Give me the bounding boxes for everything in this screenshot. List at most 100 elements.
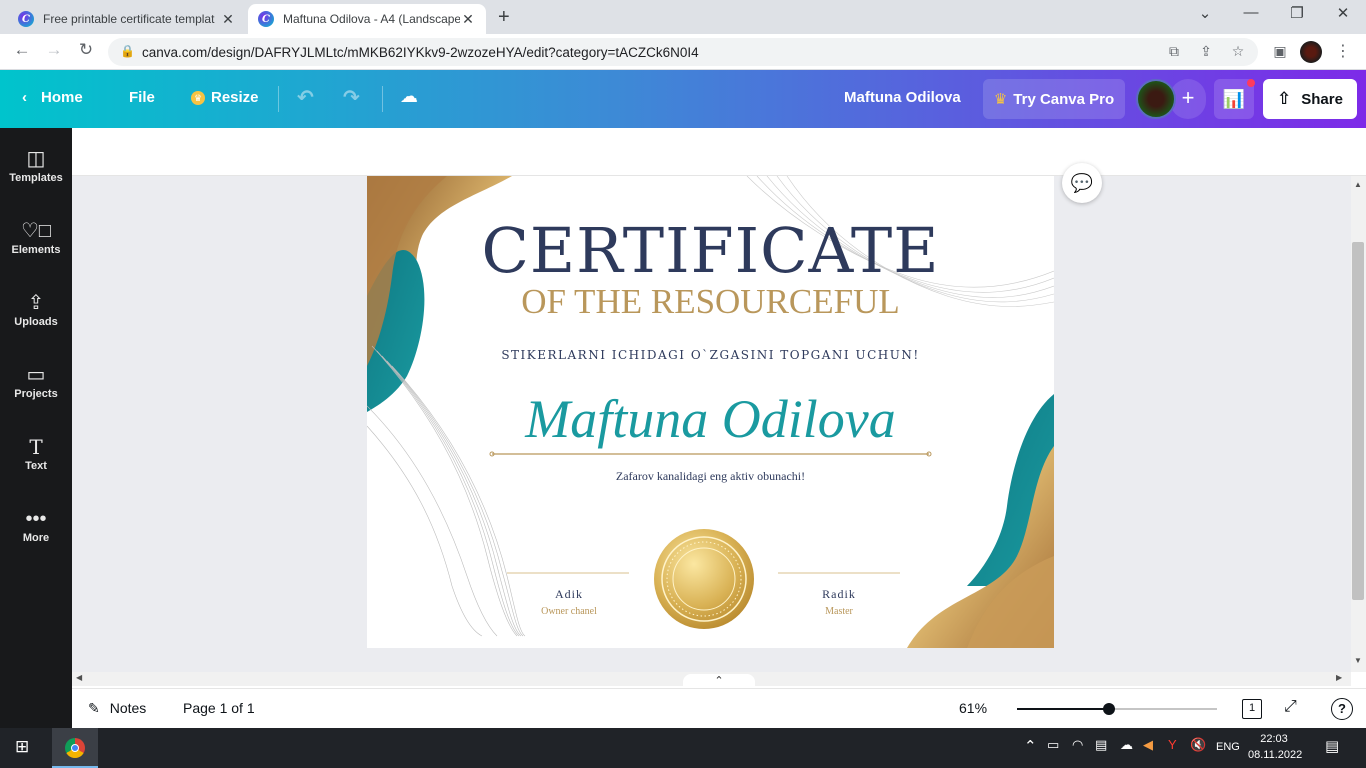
browser-tab-inactive[interactable]: C Free printable certificate templat ✕ <box>8 4 246 34</box>
zoom-slider-knob[interactable] <box>1103 703 1115 715</box>
page-grid-view-button[interactable]: 1 <box>1242 699 1262 719</box>
sidebar-item-more[interactable]: ••• More <box>0 506 72 544</box>
reload-icon[interactable]: ↻ <box>74 40 98 60</box>
sidebar-item-label: More <box>22 532 50 544</box>
scroll-down-icon[interactable]: ▼ <box>1354 656 1362 665</box>
restore-icon[interactable]: ❐ <box>1282 4 1312 22</box>
windows-taskbar: ⊞ ⌃ ▭ ◠ ▤ ☁ ◀ Y 🔇 ENG 22:03 08.11.2022 ▤ <box>0 728 1366 768</box>
help-icon[interactable]: ? <box>1331 698 1353 720</box>
wifi-icon[interactable]: ◠ <box>1072 737 1083 753</box>
share-button[interactable]: ⇧ Share <box>1263 79 1357 119</box>
sidebar-item-elements[interactable]: ♡□ Elements <box>0 218 72 256</box>
tab-search-chevron-icon[interactable]: ⌄ <box>1190 4 1220 22</box>
home-button[interactable]: ‹ Home <box>22 89 83 106</box>
input-language[interactable]: ENG <box>1216 741 1240 753</box>
browser-tab-active[interactable]: C Maftuna Odilova - A4 (Landscape ✕ <box>248 4 486 34</box>
canva-favicon-icon: C <box>18 11 34 27</box>
tab-title: Free printable certificate templat <box>43 12 215 26</box>
folder-icon: ▭ <box>26 364 46 386</box>
share-label: Share <box>1301 90 1343 108</box>
resize-button[interactable]: ♛ Resize <box>191 89 259 106</box>
context-toolbar <box>72 128 1366 176</box>
notes-button[interactable]: ✎ Notes <box>88 700 146 717</box>
page-indicator[interactable]: Page 1 of 1 <box>183 700 255 716</box>
taskbar-chrome-button[interactable] <box>52 728 98 768</box>
undo-icon[interactable]: ↶ <box>297 85 314 110</box>
back-arrow-icon[interactable]: ← <box>10 40 34 60</box>
certificate-subtitle[interactable]: OF THE RESOURCEFUL <box>367 282 1054 322</box>
signer-left-role[interactable]: Owner chanel <box>508 606 630 617</box>
cloud-saved-icon[interactable]: ☁ <box>400 86 418 107</box>
show-hidden-icons-chevron-icon[interactable]: ⌃ <box>1024 737 1037 755</box>
zoom-percentage[interactable]: 61% <box>959 700 987 716</box>
left-sidebar: ◫ Templates ♡□ Elements ⇪ Uploads ▭ Proj… <box>0 128 72 728</box>
canva-editor-header: ‹ Home File ♛ Resize ↶ ↷ ☁ Maftuna Odilova… <box>0 70 1366 128</box>
crown-icon: ♛ <box>191 91 205 106</box>
certificate-title[interactable]: CERTIFICATE <box>367 214 1054 287</box>
try-canva-pro-button[interactable]: ♛ Try Canva Pro <box>983 79 1125 119</box>
close-icon[interactable]: ✕ <box>460 11 476 28</box>
clock-date[interactable]: 08.11.2022 <box>1248 749 1302 761</box>
app-tray-icon[interactable]: ◀ <box>1143 737 1153 753</box>
windows-start-icon[interactable]: ⊞ <box>15 737 29 757</box>
browser-address-bar: ← → ↻ 🔒 canva.com/design/DAFRYJLMLtc/mMK… <box>0 34 1366 70</box>
bookmark-star-icon[interactable]: ☆ <box>1228 43 1248 60</box>
clock-time[interactable]: 22:03 <box>1252 733 1296 745</box>
scroll-left-icon[interactable]: ◀ <box>76 673 82 682</box>
notifications-icon[interactable]: ▤ <box>1325 737 1339 755</box>
recipient-name[interactable]: Maftuna Odilova <box>367 388 1054 450</box>
volume-muted-icon[interactable]: 🔇 <box>1190 737 1206 753</box>
crown-icon: ♛ <box>993 91 1008 108</box>
redo-icon[interactable]: ↷ <box>343 85 360 110</box>
profile-avatar[interactable] <box>1300 41 1322 63</box>
signer-left-name[interactable]: Adik <box>508 587 630 602</box>
signer-right-role[interactable]: Master <box>778 606 900 617</box>
browser-menu-icon[interactable]: ⋮ <box>1335 41 1351 61</box>
zoom-slider-fill <box>1017 708 1109 710</box>
window-close-icon[interactable]: ✕ <box>1328 4 1358 22</box>
certificate-page[interactable]: CERTIFICATE OF THE RESOURCEFUL STIKERLAR… <box>367 176 1054 648</box>
certificate-description[interactable]: Zafarov kanalidagi eng aktiv obunachi! <box>367 469 1054 484</box>
sidebar-item-uploads[interactable]: ⇪ Uploads <box>0 290 72 328</box>
divider <box>382 86 383 112</box>
new-tab-plus-icon[interactable]: + <box>498 6 510 29</box>
browser-tab-strip: C Free printable certificate templat ✕ C… <box>0 0 1366 34</box>
gold-seal-icon <box>654 529 754 629</box>
chrome-icon <box>65 738 85 758</box>
home-label: Home <box>41 89 83 106</box>
sidebar-item-label: Templates <box>9 172 63 184</box>
editor-footer: ✎ Notes Page 1 of 1 61% 1 ⤢ ? <box>72 688 1366 728</box>
minimize-icon[interactable]: — <box>1236 4 1266 21</box>
templates-icon: ◫ <box>26 148 46 170</box>
omnibox[interactable]: 🔒 canva.com/design/DAFRYJLMLtc/mMKB62IYK… <box>108 38 1258 66</box>
scroll-up-icon[interactable]: ▲ <box>1354 180 1362 189</box>
battery-icon[interactable]: ▭ <box>1047 737 1059 753</box>
uploads-icon: ⇪ <box>27 292 45 314</box>
network-device-icon[interactable]: ▤ <box>1095 737 1107 753</box>
file-menu-button[interactable]: File <box>129 89 155 106</box>
close-icon[interactable]: ✕ <box>220 11 236 28</box>
url-text[interactable]: canva.com/design/DAFRYJLMLtc/mMKB62IYKkv… <box>142 45 699 60</box>
sidebar-item-projects[interactable]: ▭ Projects <box>0 362 72 400</box>
divider <box>278 86 279 112</box>
cloud-sync-icon[interactable]: ☁ <box>1120 737 1133 753</box>
try-pro-label: Try Canva Pro <box>1013 90 1115 108</box>
signer-right-name[interactable]: Radik <box>778 587 900 602</box>
forward-arrow-icon[interactable]: → <box>42 40 66 60</box>
certificate-reason[interactable]: STIKERLARNI ICHIDAGI O`ZGASINI TOPGANI U… <box>367 348 1054 362</box>
vertical-scroll-thumb[interactable] <box>1352 242 1364 600</box>
more-icon: ••• <box>25 508 47 530</box>
canvas-workspace: CERTIFICATE OF THE RESOURCEFUL STIKERLAR… <box>72 176 1351 672</box>
add-comment-icon[interactable]: 💬 <box>1062 163 1102 203</box>
share-page-icon[interactable]: ⇪ <box>1196 43 1216 60</box>
sidebar-item-templates[interactable]: ◫ Templates <box>0 146 72 184</box>
sidebar-item-text[interactable]: T Text <box>0 434 72 472</box>
design-title[interactable]: Maftuna Odilova <box>844 89 961 106</box>
yandex-icon[interactable]: Y <box>1168 737 1177 752</box>
chevron-left-icon: ‹ <box>22 89 27 106</box>
scroll-right-icon[interactable]: ▶ <box>1336 673 1342 682</box>
translate-icon[interactable]: ⧉ <box>1164 43 1184 60</box>
fullscreen-icon[interactable]: ⤢ <box>1284 698 1297 716</box>
user-avatar[interactable] <box>1136 79 1176 119</box>
side-panel-icon[interactable]: ▣ <box>1270 43 1290 60</box>
